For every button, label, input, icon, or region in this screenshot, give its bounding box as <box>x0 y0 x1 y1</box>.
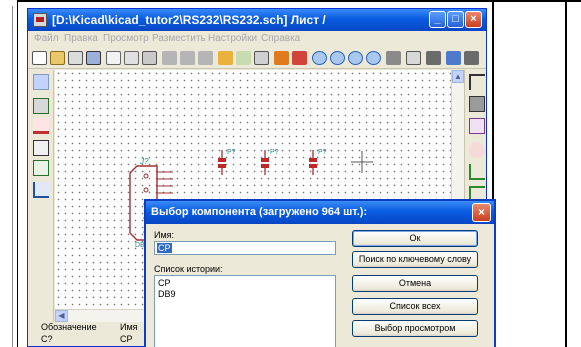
frame-far-right-border <box>565 0 567 347</box>
annotate-icon[interactable] <box>406 51 421 65</box>
browse-select-button[interactable]: Выбор просмотром <box>352 320 478 337</box>
dialog-close-button[interactable]: × <box>472 203 491 222</box>
menu-view[interactable]: Просмотр <box>103 33 149 44</box>
capacitor-symbol-2[interactable]: P? <box>261 149 279 175</box>
name-header: Имя <box>120 322 138 332</box>
zoom-out-icon[interactable] <box>330 51 345 65</box>
zoom-fit-icon[interactable] <box>366 51 381 65</box>
hierarchy-icon[interactable] <box>274 51 289 65</box>
place-wire-icon[interactable] <box>469 164 485 180</box>
find-icon[interactable] <box>386 51 401 65</box>
scroll-left-arrow-icon[interactable]: ◀ <box>55 310 68 322</box>
bus-wire-angle-icon[interactable] <box>33 182 49 198</box>
cut-icon[interactable] <box>162 51 177 65</box>
page-settings-icon[interactable] <box>106 51 121 65</box>
cursor-shape-icon[interactable] <box>33 140 49 156</box>
menu-help[interactable]: Справка <box>261 33 300 44</box>
designator-header: Обозначение <box>41 322 97 332</box>
save-project-icon[interactable] <box>68 51 83 65</box>
menu-file[interactable]: Файл <box>34 33 59 44</box>
close-button[interactable]: × <box>465 11 482 28</box>
history-item-db9[interactable]: DB9 <box>158 289 176 299</box>
undo-icon[interactable] <box>218 51 233 65</box>
minimize-button[interactable]: _ <box>429 11 446 28</box>
units-mm-icon[interactable] <box>33 118 49 134</box>
dialog-titlebar[interactable]: Выбор компонента (загружено 964 шт.): × <box>146 201 494 224</box>
library-editor-icon[interactable] <box>124 51 139 65</box>
component-name-selected-text: CP <box>157 243 172 253</box>
redo-icon[interactable] <box>236 51 251 65</box>
keyword-search-button[interactable]: Поиск по ключевому слову <box>352 251 478 268</box>
menu-place[interactable]: Разместить <box>152 33 206 44</box>
capacitor-symbol-1[interactable]: P? <box>218 149 236 175</box>
ok-button[interactable]: Ок <box>352 230 478 247</box>
zoom-in-icon[interactable] <box>312 51 327 65</box>
new-file-icon[interactable] <box>32 51 47 65</box>
print-icon[interactable] <box>254 51 269 65</box>
ref-label-j: J? <box>139 157 149 166</box>
left-options-toolbar <box>28 70 54 340</box>
grid-toggle-icon[interactable] <box>33 74 49 90</box>
place-component-icon[interactable] <box>469 118 485 134</box>
name-field-label: Имя: <box>154 230 175 240</box>
copy-icon[interactable] <box>180 51 195 65</box>
window-titlebar[interactable]: [D:\Kicad\kicad_tutor2\RS232\RS232.sch] … <box>28 9 486 31</box>
maximize-button[interactable]: □ <box>447 11 464 28</box>
bom-icon[interactable] <box>464 51 479 65</box>
zoom-redraw-icon[interactable] <box>348 51 363 65</box>
menu-edit[interactable]: Правка <box>64 33 98 44</box>
choose-component-dialog: Выбор компонента (загружено 964 шт.): × … <box>144 199 496 347</box>
history-item-cp[interactable]: CP <box>158 278 171 288</box>
erc-icon[interactable] <box>426 51 441 65</box>
component-status-panel: Обозначение C? Имя CP <box>28 322 148 346</box>
menu-settings[interactable]: Настройки <box>208 33 257 44</box>
component-name-input[interactable]: CP <box>154 241 336 255</box>
capacitor-ref-label-1: P? <box>227 149 236 156</box>
list-all-button[interactable]: Список всех <box>352 298 478 315</box>
frame-left-inner <box>3 6 13 347</box>
highlight-net-icon[interactable] <box>469 96 485 112</box>
main-toolbar <box>28 48 486 69</box>
netlist-icon[interactable] <box>292 51 307 65</box>
eeschema-app-icon <box>33 13 47 27</box>
open-folder-icon[interactable] <box>50 51 65 65</box>
designator-value: C? <box>41 334 53 344</box>
cvpcb-icon[interactable] <box>446 51 461 65</box>
select-arrow-icon[interactable] <box>469 74 485 90</box>
scroll-up-arrow-icon[interactable]: ▲ <box>452 70 464 83</box>
frame-left-column <box>0 0 18 347</box>
cancel-button[interactable]: Отмена <box>352 275 478 292</box>
window-title: [D:\Kicad\kicad_tutor2\RS232\RS232.sch] … <box>52 13 326 27</box>
crosshair-cursor-icon <box>351 151 373 173</box>
history-list[interactable]: CP DB9 <box>154 275 336 347</box>
capacitor-ref-label-3: P? <box>318 149 327 156</box>
hidden-pins-icon[interactable] <box>33 160 49 176</box>
history-list-label: Список истории: <box>154 264 223 274</box>
library-browser-icon[interactable] <box>142 51 157 65</box>
capacitor-ref-label-2: P? <box>270 149 279 156</box>
paste-icon[interactable] <box>198 51 213 65</box>
name-value: CP <box>120 334 133 344</box>
place-power-icon[interactable] <box>469 142 485 158</box>
save-icon[interactable] <box>86 51 101 65</box>
menu-bar: Файл Правка Просмотр Разместить Настройк… <box>28 31 486 48</box>
units-inch-icon[interactable] <box>33 98 49 114</box>
dialog-title: Выбор компонента (загружено 964 шт.): <box>151 206 368 218</box>
capacitor-symbol-3[interactable]: P? <box>309 149 327 175</box>
